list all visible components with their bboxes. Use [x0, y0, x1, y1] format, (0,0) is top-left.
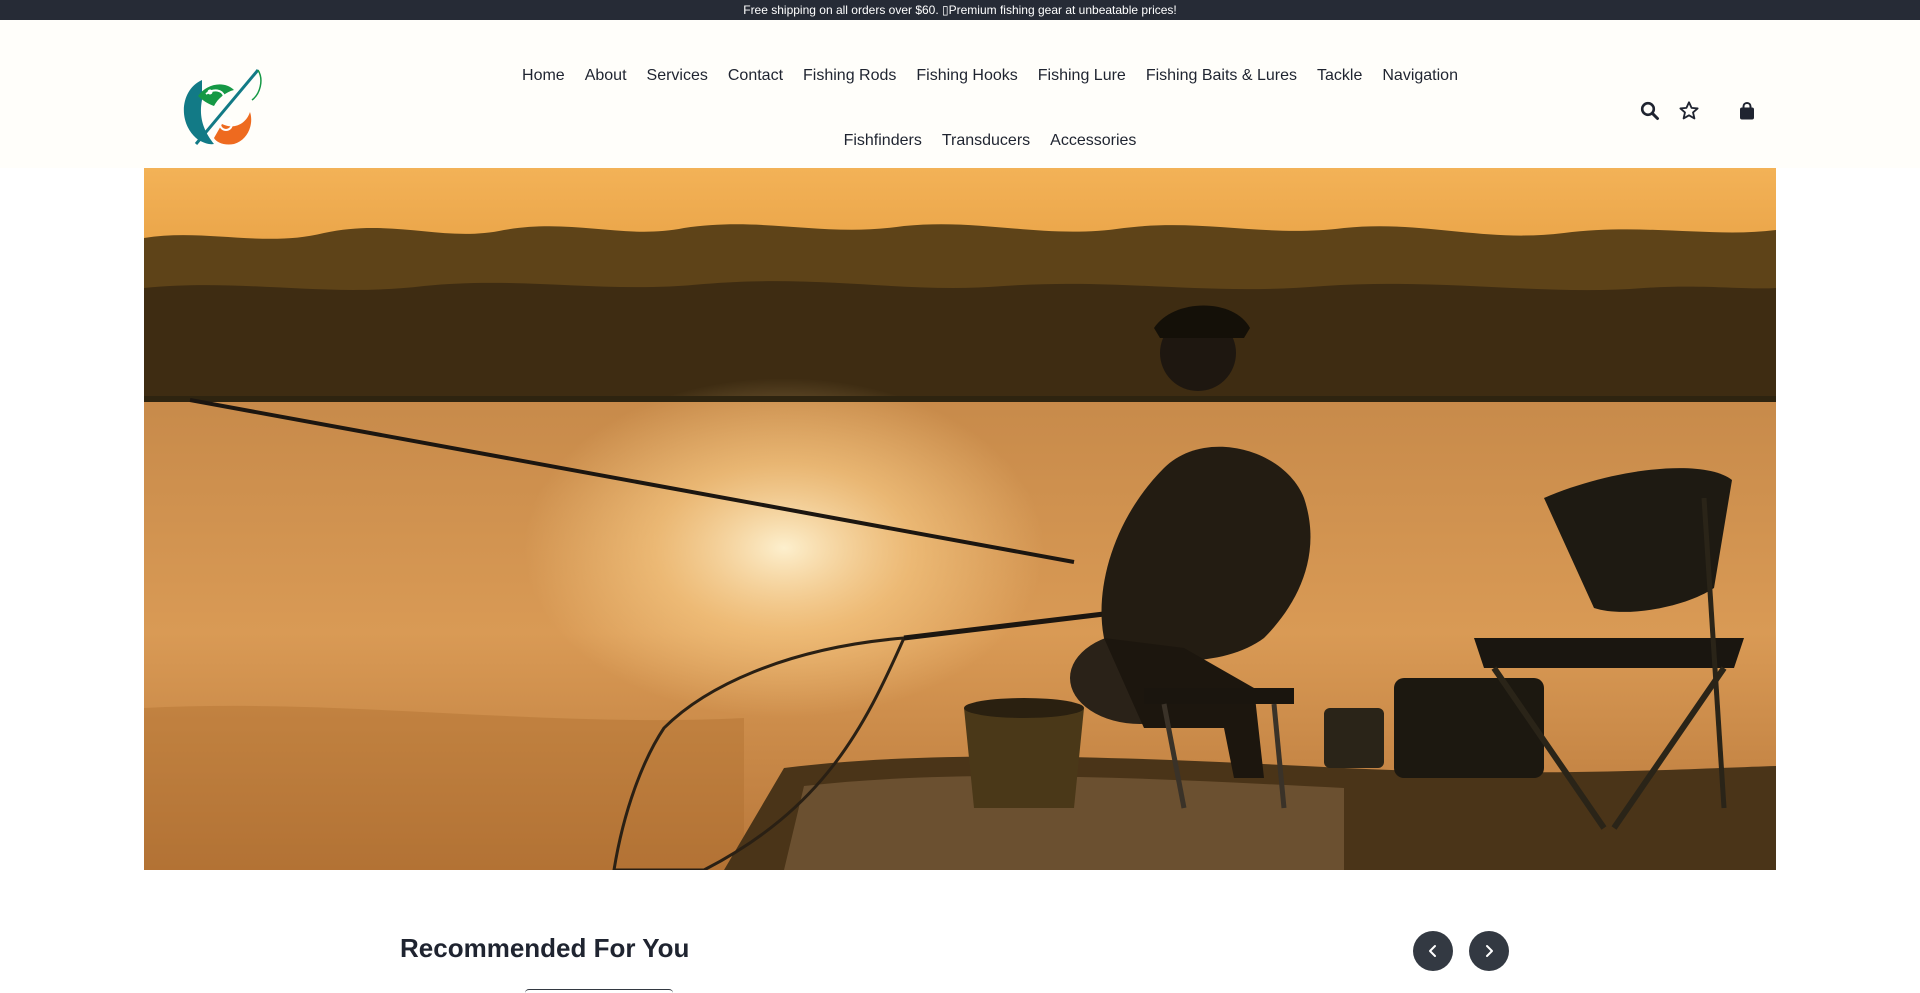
nav-fishing-hooks[interactable]: Fishing Hooks [906, 58, 1027, 94]
product-card-top-edge[interactable] [525, 989, 673, 993]
site-logo[interactable] [162, 60, 282, 152]
nav-home[interactable]: Home [512, 58, 575, 94]
bag-icon [1740, 102, 1754, 120]
hero-image [144, 168, 1776, 870]
site-header: Home About Services Contact Fishing Rods… [0, 20, 1920, 168]
nav-contact[interactable]: Contact [718, 58, 793, 94]
nav-tackle[interactable]: Tackle [1307, 58, 1372, 94]
nav-fishing-rods[interactable]: Fishing Rods [793, 58, 906, 94]
announcement-text: Free shipping on all orders over $60. ▯P… [743, 3, 1177, 17]
carousel-next-button[interactable] [1469, 931, 1509, 971]
wishlist-button[interactable] [1677, 99, 1701, 123]
cart-button[interactable] [1735, 99, 1759, 123]
search-button[interactable] [1638, 99, 1662, 123]
search-icon [1640, 101, 1659, 120]
recommended-title: Recommended For You [400, 933, 690, 963]
nav-transducers[interactable]: Transducers [932, 123, 1040, 159]
nav-row-secondary: Fishfinders Transducers Accessories [505, 123, 1475, 159]
nav-accessories[interactable]: Accessories [1040, 123, 1146, 159]
nav-navigation[interactable]: Navigation [1372, 58, 1468, 94]
nav-fishing-lure[interactable]: Fishing Lure [1028, 58, 1136, 94]
nav-row-primary: Home About Services Contact Fishing Rods… [505, 58, 1475, 94]
nav-fishfinders[interactable]: Fishfinders [834, 123, 932, 159]
main-nav: Home About Services Contact Fishing Rods… [505, 58, 1475, 159]
fishing-logo-icon [183, 69, 262, 145]
carousel-prev-button[interactable] [1413, 931, 1453, 971]
chevron-left-icon [1429, 945, 1436, 957]
announcement-bar: Free shipping on all orders over $60. ▯P… [0, 0, 1920, 20]
header-actions [1638, 99, 1759, 123]
nav-fishing-baits-lures[interactable]: Fishing Baits & Lures [1136, 58, 1307, 94]
hero-banner [144, 168, 1776, 870]
nav-about[interactable]: About [575, 58, 637, 94]
chevron-right-icon [1486, 945, 1493, 957]
nav-services[interactable]: Services [637, 58, 718, 94]
star-icon [1679, 101, 1699, 120]
